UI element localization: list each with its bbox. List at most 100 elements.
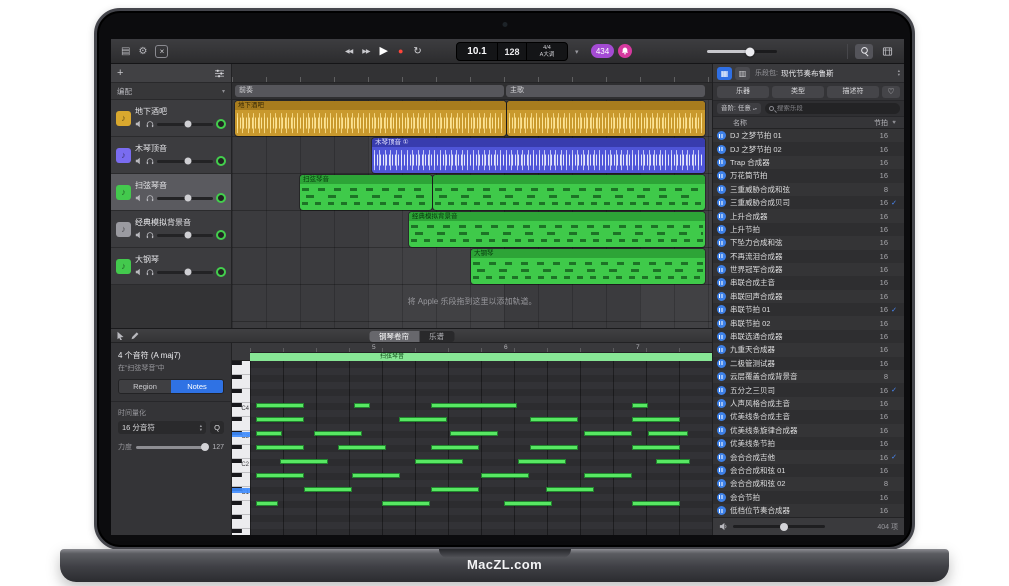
lcd-chevron-icon[interactable]: ▾ (575, 48, 579, 56)
track-row[interactable]: ♪ 扫弦琴音 (111, 174, 231, 211)
search-input[interactable] (777, 105, 896, 112)
midi-note[interactable] (648, 431, 688, 436)
midi-note[interactable] (256, 501, 278, 506)
midi-note[interactable] (256, 431, 282, 436)
editor-tab[interactable]: 钢琴卷帘 (369, 331, 419, 342)
midi-note[interactable] (632, 445, 680, 450)
loop-row[interactable]: 优美线条旋律合成器 16 (713, 424, 904, 437)
region[interactable]: 木琴顶音 ① (372, 138, 705, 173)
column-favorite-icon[interactable]: ♥ (888, 120, 900, 126)
editor-tab[interactable]: 乐谱 (419, 331, 454, 342)
region[interactable]: 扫弦琴音 (300, 175, 432, 210)
filter-button[interactable]: 类型 (772, 86, 824, 98)
loop-row[interactable]: 优美线条节拍 16 (713, 437, 904, 450)
region[interactable] (433, 175, 705, 210)
mute-icon[interactable] (135, 268, 143, 276)
midi-note[interactable] (256, 473, 304, 478)
midi-note[interactable] (632, 501, 680, 506)
lcd-display[interactable]: 10.1 128 4/4 A大调 (456, 42, 568, 61)
loop-row[interactable]: 低档位节奏合成器 16 (713, 504, 904, 517)
column-name[interactable]: 名称 (717, 118, 868, 128)
forward-button[interactable]: ▶▶ (362, 49, 369, 55)
loop-row[interactable]: 会合合成和弦 01 16 (713, 464, 904, 477)
midi-note[interactable] (584, 431, 632, 436)
mode-tab[interactable]: Region (119, 380, 171, 393)
loop-checkmark[interactable] (888, 453, 900, 461)
pencil-tool-icon[interactable] (130, 331, 139, 340)
midi-note[interactable] (530, 417, 578, 422)
loop-row[interactable]: 世界冠军合成器 16 (713, 263, 904, 276)
pan-knob[interactable] (216, 119, 226, 129)
midi-note[interactable] (518, 459, 566, 464)
loop-row[interactable]: 串联节拍 01 16 (713, 303, 904, 316)
favorites-filter-button[interactable]: ♡ (882, 86, 900, 98)
midi-note[interactable] (382, 501, 430, 506)
midi-note[interactable] (352, 473, 400, 478)
pan-knob[interactable] (216, 156, 226, 166)
loop-row[interactable]: 串联回声合成器 16 (713, 290, 904, 303)
arrangement-chevron-icon[interactable]: ▾ (222, 88, 225, 95)
grid-view-icon[interactable]: ▦ (717, 67, 732, 80)
track-row[interactable]: ♪ 大钢琴 (111, 248, 231, 285)
track-row[interactable]: ♪ 木琴顶音 (111, 137, 231, 174)
loop-row[interactable]: 二极管测试器 16 (713, 357, 904, 370)
solo-headphones-icon[interactable] (146, 120, 154, 128)
midi-note[interactable] (256, 403, 304, 408)
midi-note[interactable] (415, 459, 463, 464)
loop-row[interactable]: 上升合成器 16 (713, 209, 904, 222)
record-button[interactable]: ● (398, 47, 403, 56)
column-beats[interactable]: 节拍 (868, 118, 888, 128)
pan-knob[interactable] (216, 193, 226, 203)
loop-row[interactable]: Trap 合成器 16 (713, 156, 904, 169)
solo-headphones-icon[interactable] (146, 268, 154, 276)
loop-checkmark[interactable] (888, 306, 900, 314)
loop-row[interactable]: 上升节拍 16 (713, 223, 904, 236)
loop-row[interactable]: DJ 之梦节拍 01 16 (713, 129, 904, 142)
mode-tab[interactable]: Notes (171, 380, 223, 393)
midi-note[interactable] (546, 487, 594, 492)
midi-note[interactable] (399, 417, 447, 422)
pack-select[interactable]: 现代节奏布鲁斯 (781, 68, 895, 79)
count-badge[interactable]: 434 (591, 44, 614, 58)
midi-note[interactable] (431, 403, 517, 408)
loop-row[interactable]: 下坠力合成和弦 16 (713, 236, 904, 249)
pack-stepper-icon[interactable]: ▴▾ (898, 69, 900, 77)
mute-icon[interactable] (135, 157, 143, 165)
filter-button[interactable]: 描述符 (827, 86, 879, 98)
close-box-icon[interactable]: × (155, 45, 168, 58)
loop-row[interactable]: 人声风格合成主音 16 (713, 397, 904, 410)
region[interactable]: 地下酒吧 (235, 101, 506, 136)
midi-note[interactable] (632, 403, 648, 408)
library-icon[interactable]: ▤ (121, 47, 130, 57)
filter-button[interactable]: 乐器 (717, 86, 769, 98)
arrange-area[interactable]: 前奏 主歌 地下酒吧 (232, 64, 712, 328)
loop-row[interactable]: 不再流泪合成器 16 (713, 250, 904, 263)
midi-note[interactable] (504, 501, 552, 506)
midi-note[interactable] (304, 487, 352, 492)
mixer-icon[interactable] (214, 69, 225, 78)
media-browser-icon[interactable] (878, 44, 896, 59)
notification-bell-badge[interactable] (618, 44, 632, 58)
add-track-button[interactable]: + (117, 68, 123, 79)
loop-row[interactable]: 万花筒节拍 16 (713, 169, 904, 182)
editor-region-strip[interactable]: 扫弦琴音 (250, 353, 712, 361)
velocity-slider[interactable] (136, 446, 208, 449)
midi-note[interactable] (256, 417, 304, 422)
track-volume-slider[interactable] (157, 160, 213, 163)
loop-browser-icon[interactable] (855, 44, 873, 59)
track-volume-slider[interactable] (157, 234, 213, 237)
region[interactable] (507, 101, 705, 136)
loop-row[interactable]: 三重威胁合成贝司 16 (713, 196, 904, 209)
track-volume-slider[interactable] (157, 197, 213, 200)
arrangement-track-row[interactable]: 编配 ▾ (111, 83, 231, 100)
loop-row[interactable]: 串联合成主音 16 (713, 276, 904, 289)
mute-icon[interactable] (135, 231, 143, 239)
arrangement-section[interactable]: 主歌 (506, 85, 705, 97)
midi-note[interactable] (632, 417, 680, 422)
midi-note[interactable] (280, 459, 328, 464)
loop-row[interactable]: 九重天合成器 16 (713, 343, 904, 356)
loop-row[interactable]: 会合合成和弦 02 8 (713, 477, 904, 490)
preview-volume-icon[interactable] (719, 522, 728, 531)
midi-note[interactable] (481, 473, 529, 478)
search-field[interactable] (765, 103, 900, 114)
